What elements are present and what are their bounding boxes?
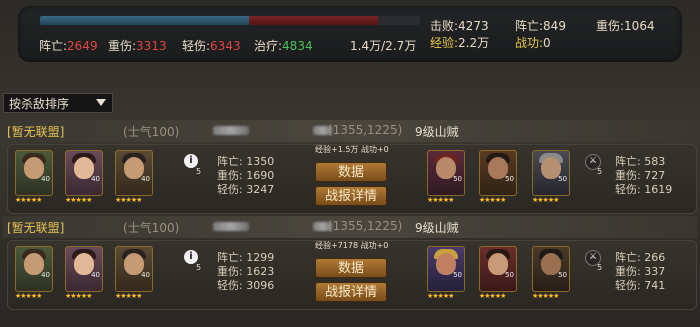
enemy-name: 9级山贼 — [415, 125, 459, 139]
reward-gain: 经验+1.5万 战功+0 — [315, 145, 389, 154]
enemy-name: 9级山贼 — [415, 221, 459, 235]
reward-gain: 经验+7178 战功+0 — [315, 241, 389, 250]
morale-label: (士气100) — [123, 221, 180, 235]
battle-report-row: [暂无联盟] (士气100) (1355,1225) 9级山贼 40 40 40… — [3, 120, 697, 214]
summary-exp: 经验:2.2万 — [430, 36, 490, 50]
enemy-portrait[interactable]: 50 — [479, 246, 517, 292]
hero-stars: ★★★★★ — [115, 292, 142, 300]
enemy-troop-count: 5 — [597, 167, 603, 176]
enemy-level: 50 — [453, 271, 462, 279]
troop-type-icon: i — [184, 250, 198, 264]
battle-detail-button[interactable]: 战报详情 — [315, 186, 387, 206]
hero-portrait[interactable]: 40 — [115, 150, 153, 196]
hero-level: 40 — [41, 175, 50, 183]
summary-enemy-heavy: 重伤:1064 — [596, 19, 655, 33]
hero-level: 40 — [91, 271, 100, 279]
hero-stars: ★★★★★ — [115, 196, 142, 204]
summary-heavy: 重伤:3313 — [108, 39, 167, 53]
enemy-stars: ★★★★★ — [532, 292, 559, 300]
hero-stars: ★★★★★ — [65, 196, 92, 204]
data-button[interactable]: 数据 — [315, 258, 387, 278]
my-light: 轻伤: 3247 — [217, 183, 275, 196]
summary-kills: 击败:4273 — [430, 19, 489, 33]
enemy-portrait[interactable]: 50 — [427, 246, 465, 292]
troop-count: 5 — [196, 167, 202, 176]
blurred-player-name — [213, 126, 249, 135]
enemy-level: 50 — [558, 175, 567, 183]
alliance-name: [暂无联盟] — [7, 221, 65, 235]
enemy-portrait[interactable]: 50 — [532, 150, 570, 196]
hero-portrait[interactable]: 40 — [15, 246, 53, 292]
hero-level: 40 — [91, 175, 100, 183]
enemy-level: 50 — [505, 175, 514, 183]
summary-power: 1.4万/2.7万 — [350, 39, 417, 53]
coordinates: (1355,1225) — [328, 219, 403, 233]
enemy-level: 50 — [505, 271, 514, 279]
battle-row-header: [暂无联盟] (士气100) (1355,1225) 9级山贼 — [3, 216, 697, 238]
hero-portrait[interactable]: 40 — [65, 150, 103, 196]
summary-enemy-dead: 阵亡:849 — [515, 19, 566, 33]
my-light: 轻伤: 3096 — [217, 279, 275, 292]
enemy-portrait[interactable]: 50 — [532, 246, 570, 292]
hero-level: 40 — [141, 175, 150, 183]
blurred-player-name — [213, 222, 249, 231]
enemy-light: 轻伤: 1619 — [615, 183, 673, 196]
enemy-portrait[interactable]: 50 — [427, 150, 465, 196]
enemy-stars: ★★★★★ — [427, 196, 454, 204]
enemy-light: 轻伤: 741 — [615, 279, 666, 292]
hero-level: 40 — [141, 271, 150, 279]
hero-level: 40 — [41, 271, 50, 279]
battle-progress-bar — [40, 16, 420, 25]
hero-portrait[interactable]: 40 — [115, 246, 153, 292]
coordinates: (1355,1225) — [328, 123, 403, 137]
troop-type-icon: i — [184, 154, 198, 168]
enemy-troop-count: 5 — [597, 263, 603, 272]
progress-blue-fill — [40, 16, 249, 25]
enemy-level: 50 — [453, 175, 462, 183]
enemy-stars: ★★★★★ — [427, 292, 454, 300]
hero-portrait[interactable]: 40 — [65, 246, 103, 292]
summary-heal: 治疗:4834 — [254, 39, 313, 53]
enemy-level: 50 — [558, 271, 567, 279]
chevron-down-icon[interactable] — [96, 99, 106, 106]
enemy-portrait[interactable]: 50 — [479, 150, 517, 196]
hero-stars: ★★★★★ — [15, 292, 42, 300]
troop-count: 5 — [196, 263, 202, 272]
alliance-name: [暂无联盟] — [7, 125, 65, 139]
hero-stars: ★★★★★ — [15, 196, 42, 204]
enemy-stars: ★★★★★ — [479, 196, 506, 204]
enemy-stars: ★★★★★ — [532, 196, 559, 204]
summary-merit: 战功:0 — [515, 36, 551, 50]
progress-red-fill — [249, 16, 379, 25]
battle-report-row: [暂无联盟] (士气100) (1355,1225) 9级山贼 40 40 40… — [3, 216, 697, 310]
morale-label: (士气100) — [123, 125, 180, 139]
summary-light: 轻伤:6343 — [182, 39, 241, 53]
battle-detail-button[interactable]: 战报详情 — [315, 282, 387, 302]
battle-row-header: [暂无联盟] (士气100) (1355,1225) 9级山贼 — [3, 120, 697, 142]
hero-stars: ★★★★★ — [65, 292, 92, 300]
enemy-stars: ★★★★★ — [479, 292, 506, 300]
summary-dead: 阵亡:2649 — [39, 39, 98, 53]
hero-portrait[interactable]: 40 — [15, 150, 53, 196]
data-button[interactable]: 数据 — [315, 162, 387, 182]
